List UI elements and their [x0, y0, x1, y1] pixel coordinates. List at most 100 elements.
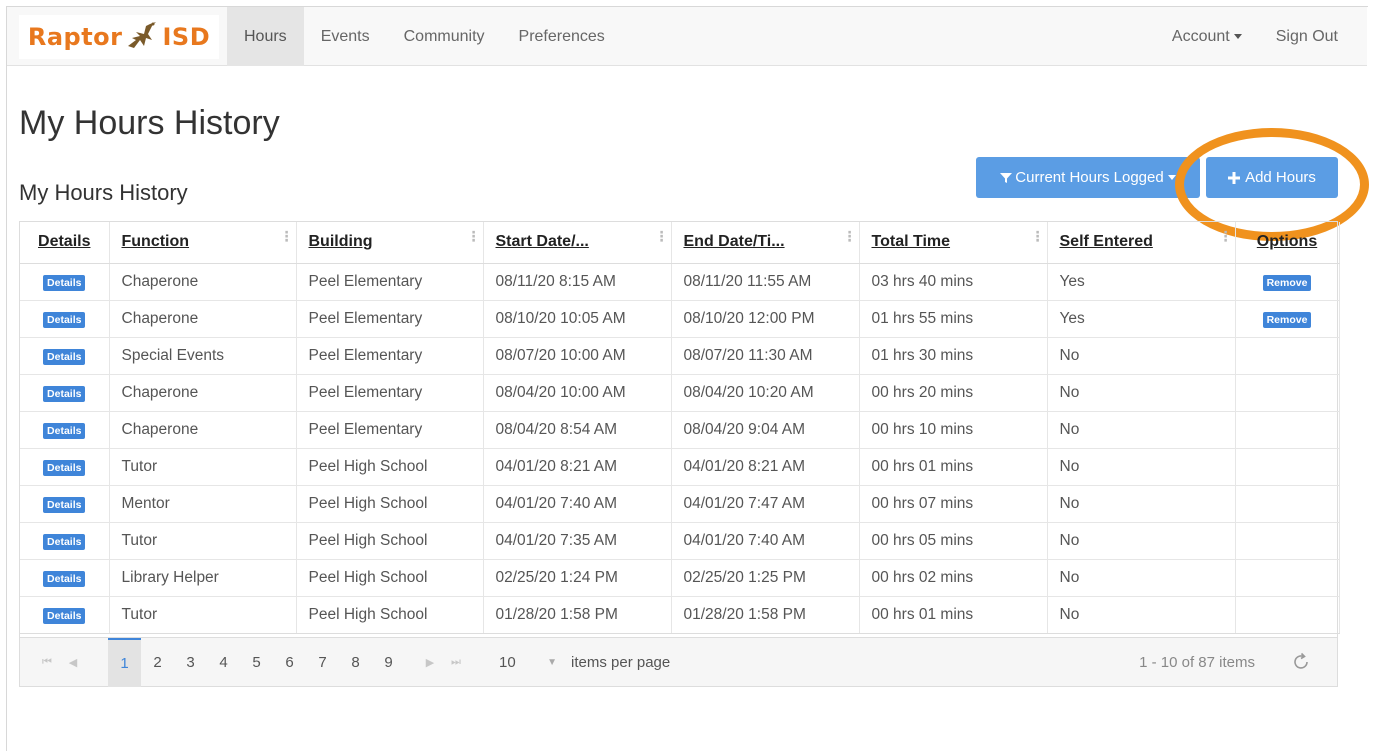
table-row: Details Tutor Peel High School 04/01/20 7:3… [20, 522, 1340, 560]
details-button[interactable]: Details [43, 607, 86, 624]
function-cell: Tutor [109, 596, 297, 634]
options-cell [1235, 374, 1340, 412]
table-body: Details Chaperone Peel Elementary 08/11/20 … [20, 263, 1340, 634]
page-number-9[interactable]: 9 [372, 638, 405, 687]
column-menu-icon[interactable]: ⋮ [655, 229, 669, 243]
building-cell: Peel High School [296, 596, 484, 634]
header-total-time[interactable]: Total Time ⋮ [859, 222, 1048, 264]
total-time-cell: 00 hrs 02 mins [859, 559, 1048, 597]
header-details[interactable]: Details [20, 222, 110, 264]
add-hours-button[interactable]: Add Hours [1206, 157, 1338, 198]
prev-page-icon[interactable]: ◀ [60, 656, 86, 669]
column-menu-icon[interactable]: ⋮ [280, 229, 294, 243]
page-number-3[interactable]: 3 [174, 638, 207, 687]
column-menu-icon[interactable]: ⋮ [467, 229, 481, 243]
pagination-bar: ⏮ ◀ 123456789 ▶ ⏭ 10 ▼ items per page 1 … [20, 637, 1337, 687]
column-menu-icon[interactable]: ⋮ [1219, 229, 1233, 243]
end-date-cell: 02/25/20 1:25 PM [671, 559, 860, 597]
total-time-cell: 03 hrs 40 mins [859, 263, 1048, 301]
building-cell: Peel Elementary [296, 374, 484, 412]
first-page-icon[interactable]: ⏮ [34, 656, 60, 669]
total-time-cell: 00 hrs 10 mins [859, 411, 1048, 449]
items-count-info: 1 - 10 of 87 items [1139, 653, 1255, 671]
details-button[interactable]: Details [43, 533, 86, 550]
brand-logo[interactable]: Raptor ISD [19, 15, 219, 59]
last-page-icon[interactable]: ⏭ [443, 656, 469, 669]
page-number-7[interactable]: 7 [306, 638, 339, 687]
account-label: Account [1171, 27, 1230, 45]
building-cell: Peel Elementary [296, 411, 484, 449]
header-function[interactable]: Function ⋮ [109, 222, 297, 264]
details-button[interactable]: Details [43, 570, 86, 587]
hours-table: Details Function ⋮ Building ⋮ Start Date/.… [20, 222, 1340, 634]
page-size-select[interactable]: 10 ▼ [487, 645, 565, 679]
next-page-icon[interactable]: ▶ [417, 656, 443, 669]
sign-out-link[interactable]: Sign Out [1259, 7, 1355, 66]
current-hours-filter-button[interactable]: Current Hours Logged [976, 157, 1200, 198]
nav-community[interactable]: Community [387, 7, 502, 66]
details-button[interactable]: Details [43, 274, 86, 291]
function-cell: Library Helper [109, 559, 297, 597]
details-cell: Details [20, 448, 110, 486]
table-row: Details Special Events Peel Elementary 08/0… [20, 337, 1340, 375]
details-button[interactable]: Details [43, 496, 86, 513]
table-header-row: Details Function ⋮ Building ⋮ Start Date/.… [20, 222, 1340, 264]
header-end-date[interactable]: End Date/Ti... ⋮ [671, 222, 860, 264]
start-date-cell: 01/28/20 1:58 PM [483, 596, 672, 634]
table-row: Details Chaperone Peel Elementary 08/11/20 … [20, 263, 1340, 301]
nav-hours[interactable]: Hours [227, 7, 304, 66]
options-cell [1235, 411, 1340, 449]
building-cell: Peel High School [296, 485, 484, 523]
self-entered-cell: No [1047, 559, 1236, 597]
table-row: Details Tutor Peel High School 01/28/20 1:5… [20, 596, 1340, 634]
header-self-entered[interactable]: Self Entered ⋮ [1047, 222, 1236, 264]
page-number-4[interactable]: 4 [207, 638, 240, 687]
details-button[interactable]: Details [43, 459, 86, 476]
page-numbers: 123456789 [108, 637, 405, 687]
column-menu-icon[interactable]: ⋮ [843, 229, 857, 243]
building-cell: Peel High School [296, 522, 484, 560]
total-time-cell: 00 hrs 01 mins [859, 448, 1048, 486]
start-date-cell: 08/04/20 10:00 AM [483, 374, 672, 412]
options-cell [1235, 337, 1340, 375]
start-date-cell: 08/11/20 8:15 AM [483, 263, 672, 301]
remove-button[interactable]: Remove [1262, 311, 1312, 328]
building-cell: Peel Elementary [296, 263, 484, 301]
function-cell: Special Events [109, 337, 297, 375]
start-date-cell: 04/01/20 8:21 AM [483, 448, 672, 486]
options-cell [1235, 596, 1340, 634]
refresh-icon[interactable] [1291, 652, 1311, 672]
nav-events[interactable]: Events [304, 7, 387, 66]
end-date-cell: 04/01/20 8:21 AM [671, 448, 860, 486]
details-button[interactable]: Details [43, 311, 86, 328]
page-number-6[interactable]: 6 [273, 638, 306, 687]
function-cell: Chaperone [109, 374, 297, 412]
page-number-8[interactable]: 8 [339, 638, 372, 687]
account-menu[interactable]: Account [1155, 7, 1259, 66]
total-time-cell: 01 hrs 30 mins [859, 337, 1048, 375]
function-cell: Chaperone [109, 300, 297, 338]
page-number-1[interactable]: 1 [108, 637, 141, 687]
details-button[interactable]: Details [43, 348, 86, 365]
header-building[interactable]: Building ⋮ [296, 222, 484, 264]
function-cell: Mentor [109, 485, 297, 523]
brand-text-left: Raptor [27, 23, 123, 51]
top-navbar: Raptor ISD Hours Events Community Prefer… [7, 7, 1367, 66]
details-button[interactable]: Details [43, 385, 86, 402]
remove-button[interactable]: Remove [1262, 274, 1312, 291]
items-per-page-label: items per page [571, 653, 671, 671]
add-hours-label: Add Hours [1245, 169, 1316, 186]
page-number-2[interactable]: 2 [141, 638, 174, 687]
total-time-cell: 01 hrs 55 mins [859, 300, 1048, 338]
column-menu-icon[interactable]: ⋮ [1031, 229, 1045, 243]
details-cell: Details [20, 559, 110, 597]
details-cell: Details [20, 485, 110, 523]
header-start-date[interactable]: Start Date/... ⋮ [483, 222, 672, 264]
nav-preferences[interactable]: Preferences [502, 7, 622, 66]
header-options[interactable]: Options [1235, 222, 1340, 264]
total-time-cell: 00 hrs 01 mins [859, 596, 1048, 634]
building-cell: Peel High School [296, 448, 484, 486]
details-button[interactable]: Details [43, 422, 86, 439]
caret-down-icon [1167, 175, 1176, 180]
page-number-5[interactable]: 5 [240, 638, 273, 687]
